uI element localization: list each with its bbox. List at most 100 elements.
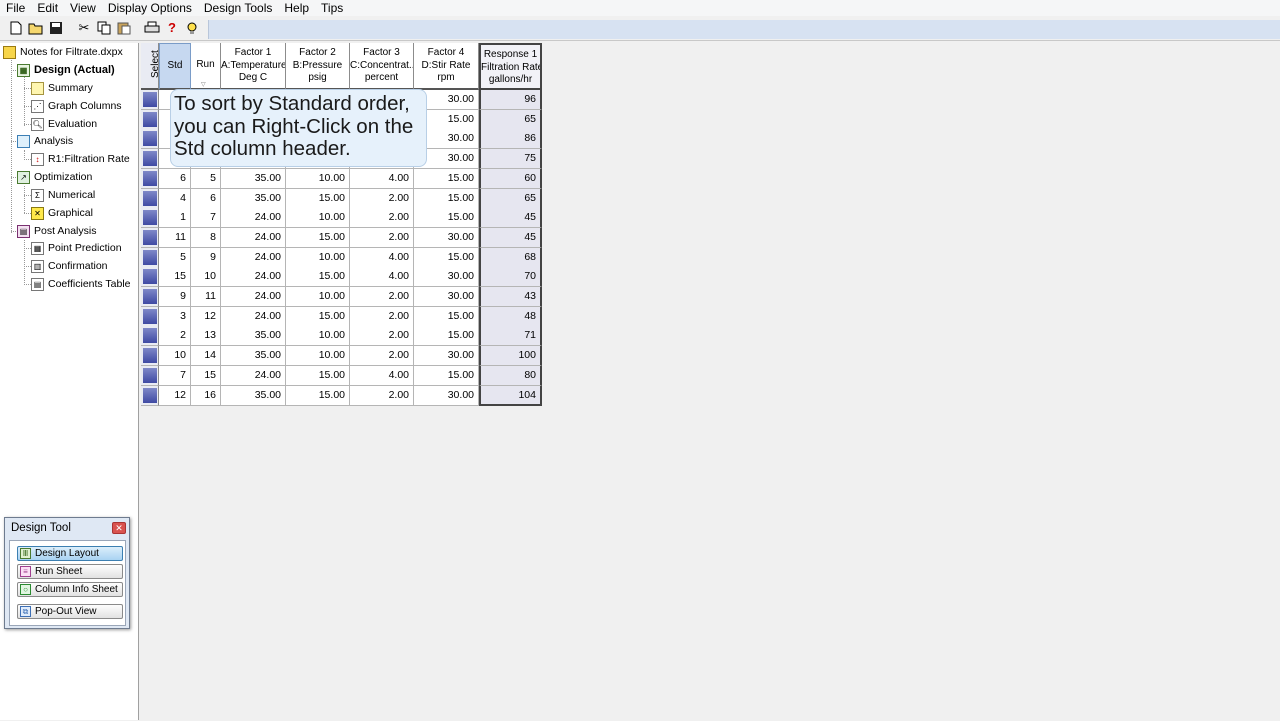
cell-r[interactable]: 70 [479, 267, 542, 288]
cell-r[interactable]: 75 [479, 149, 542, 170]
menu-view[interactable]: View [64, 1, 102, 15]
cell-run[interactable]: 15 [191, 365, 221, 386]
cell-c[interactable]: 2.00 [350, 385, 414, 406]
cell-r[interactable]: 65 [479, 188, 542, 209]
row-select-cell[interactable] [141, 346, 159, 367]
cell-d[interactable]: 15.00 [414, 306, 479, 327]
factor2-column-header[interactable]: Factor 2 B:Pressure psig [286, 43, 350, 90]
row-select-cell[interactable] [141, 267, 159, 288]
cell-b[interactable]: 10.00 [286, 168, 350, 189]
row-select-cell[interactable] [141, 306, 159, 327]
cell-b[interactable]: 10.00 [286, 247, 350, 268]
cell-std[interactable]: 12 [159, 385, 191, 406]
row-select-cell[interactable] [141, 365, 159, 386]
tree-item-graph-columns[interactable]: ⋰ Graph Columns [31, 98, 122, 114]
menu-help[interactable]: Help [278, 1, 315, 15]
cell-r[interactable]: 45 [479, 227, 542, 248]
tree-item-r1-filtration-rate[interactable]: ↕ R1:Filtration Rate [31, 151, 130, 167]
cell-a[interactable]: 35.00 [221, 346, 286, 367]
cut-icon[interactable]: ✂ [76, 20, 92, 36]
cell-d[interactable]: 30.00 [414, 385, 479, 406]
cell-run[interactable]: 14 [191, 346, 221, 367]
tree-item-analysis[interactable]: Analysis [17, 133, 73, 149]
tree-item-summary[interactable]: Summary [31, 80, 93, 96]
cell-c[interactable]: 4.00 [350, 168, 414, 189]
cell-r[interactable]: 60 [479, 168, 542, 189]
tree-item-post-analysis[interactable]: ▤ Post Analysis [17, 223, 96, 239]
cell-std[interactable]: 1 [159, 208, 191, 229]
run-sheet-button[interactable]: ≡ Run Sheet [17, 564, 123, 579]
cell-r[interactable]: 96 [479, 90, 542, 110]
row-select-cell[interactable] [141, 227, 159, 248]
cell-std[interactable]: 10 [159, 346, 191, 367]
cell-r[interactable]: 45 [479, 208, 542, 229]
column-info-sheet-button[interactable]: ○ Column Info Sheet [17, 582, 123, 597]
cell-std[interactable]: 7 [159, 365, 191, 386]
cell-std[interactable]: 4 [159, 188, 191, 209]
cell-c[interactable]: 2.00 [350, 287, 414, 307]
cell-run[interactable]: 12 [191, 306, 221, 327]
cell-run[interactable]: 10 [191, 267, 221, 288]
cell-a[interactable]: 24.00 [221, 287, 286, 307]
tree-item-numerical[interactable]: Σ Numerical [31, 187, 95, 203]
row-select-cell[interactable] [141, 129, 159, 150]
cell-b[interactable]: 15.00 [286, 306, 350, 327]
open-folder-icon[interactable] [28, 20, 44, 36]
cell-c[interactable]: 2.00 [350, 227, 414, 248]
pop-out-view-button[interactable]: ⧉ Pop-Out View [17, 604, 123, 619]
tree-item-confirmation[interactable]: ▥ Confirmation [31, 258, 108, 274]
cell-d[interactable]: 30.00 [414, 267, 479, 288]
tree-item-coefficients-table[interactable]: ▤ Coefficients Table [31, 276, 131, 292]
cell-a[interactable]: 35.00 [221, 385, 286, 406]
menu-display-options[interactable]: Display Options [102, 1, 198, 15]
tip-lightbulb-icon[interactable] [184, 20, 200, 36]
cell-std[interactable]: 5 [159, 247, 191, 268]
cell-d[interactable]: 15.00 [414, 188, 479, 209]
cell-r[interactable]: 71 [479, 326, 542, 347]
cell-b[interactable]: 10.00 [286, 326, 350, 347]
cell-r[interactable]: 43 [479, 287, 542, 307]
cell-run[interactable]: 13 [191, 326, 221, 347]
factor4-column-header[interactable]: Factor 4 D:Stir Rate rpm [414, 43, 479, 90]
factor1-column-header[interactable]: Factor 1 A:Temperature Deg C [221, 43, 286, 90]
cell-b[interactable]: 10.00 [286, 208, 350, 229]
cell-r[interactable]: 86 [479, 129, 542, 150]
tree-item-design-actual[interactable]: ▦ Design (Actual) [17, 62, 115, 78]
save-icon[interactable] [48, 20, 64, 36]
cell-d[interactable]: 15.00 [414, 365, 479, 386]
paste-icon[interactable] [116, 20, 132, 36]
cell-a[interactable]: 35.00 [221, 188, 286, 209]
cell-b[interactable]: 15.00 [286, 267, 350, 288]
cell-std[interactable]: 6 [159, 168, 191, 189]
tree-root-notes[interactable]: Notes for Filtrate.dxpx [3, 44, 123, 60]
tree-item-optimization[interactable]: ↗ Optimization [17, 169, 92, 185]
row-select-cell[interactable] [141, 326, 159, 347]
cell-c[interactable]: 2.00 [350, 326, 414, 347]
cell-run[interactable]: 7 [191, 208, 221, 229]
cell-c[interactable]: 4.00 [350, 247, 414, 268]
cell-d[interactable]: 15.00 [414, 247, 479, 268]
cell-run[interactable]: 11 [191, 287, 221, 307]
select-column-header[interactable]: Select [141, 43, 159, 90]
cell-r[interactable]: 65 [479, 109, 542, 130]
menu-edit[interactable]: Edit [31, 1, 64, 15]
menu-file[interactable]: File [0, 1, 31, 15]
tree-item-point-prediction[interactable]: ▦ Point Prediction [31, 240, 122, 256]
cell-std[interactable]: 3 [159, 306, 191, 327]
cell-run[interactable]: 9 [191, 247, 221, 268]
cell-r[interactable]: 48 [479, 306, 542, 327]
help-icon[interactable]: ? [164, 20, 180, 36]
row-select-cell[interactable] [141, 90, 159, 110]
cell-d[interactable]: 30.00 [414, 287, 479, 307]
cell-c[interactable]: 2.00 [350, 346, 414, 367]
factor3-column-header[interactable]: Factor 3 C:Concentrat... percent [350, 43, 414, 90]
cell-std[interactable]: 11 [159, 227, 191, 248]
cell-b[interactable]: 15.00 [286, 385, 350, 406]
cell-c[interactable]: 2.00 [350, 306, 414, 327]
cell-c[interactable]: 4.00 [350, 365, 414, 386]
cell-b[interactable]: 15.00 [286, 188, 350, 209]
cell-run[interactable]: 16 [191, 385, 221, 406]
cell-d[interactable]: 30.00 [414, 227, 479, 248]
cell-a[interactable]: 35.00 [221, 326, 286, 347]
cell-a[interactable]: 24.00 [221, 227, 286, 248]
